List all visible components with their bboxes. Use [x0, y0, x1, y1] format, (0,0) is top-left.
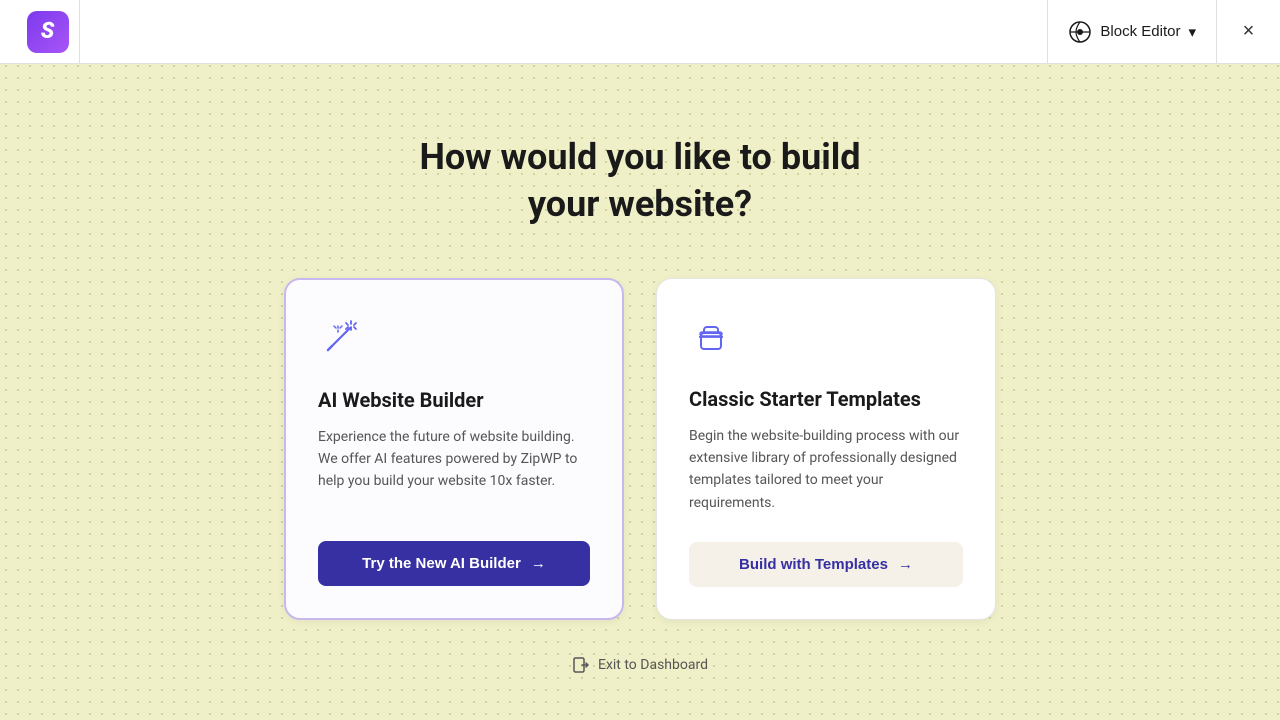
- exit-icon: [572, 656, 590, 674]
- block-editor-label: Block Editor: [1100, 23, 1180, 40]
- ai-card-title: AI Website Builder: [318, 388, 590, 412]
- cards-container: AI Website Builder Experience the future…: [284, 278, 996, 621]
- page-headline: How would you like to build your website…: [419, 134, 860, 228]
- templates-card-description: Begin the website-building process with …: [689, 425, 963, 515]
- ai-card-description: Experience the future of website buildin…: [318, 426, 590, 514]
- close-button[interactable]: ×: [1216, 0, 1280, 63]
- exit-label: Exit to Dashboard: [598, 657, 708, 673]
- header-right: Block Editor ▾ ×: [1047, 0, 1280, 63]
- arrow-right-icon-2: →: [898, 556, 913, 573]
- header: S Block Editor ▾ ×: [0, 0, 1280, 64]
- templates-card-title: Classic Starter Templates: [689, 387, 963, 411]
- ai-builder-card: AI Website Builder Experience the future…: [284, 278, 624, 621]
- headline-line1: How would you like to build: [419, 136, 860, 178]
- try-ai-builder-label: Try the New AI Builder: [362, 555, 521, 572]
- block-editor-button[interactable]: Block Editor ▾: [1047, 0, 1216, 63]
- classic-templates-card: Classic Starter Templates Begin the webs…: [656, 278, 996, 621]
- try-ai-builder-button[interactable]: Try the New AI Builder →: [318, 541, 590, 586]
- close-icon: ×: [1243, 20, 1255, 43]
- build-with-templates-button[interactable]: Build with Templates →: [689, 542, 963, 587]
- template-icon: [689, 315, 963, 363]
- headline-line2: your website?: [528, 183, 752, 225]
- main-content: How would you like to build your website…: [0, 64, 1280, 620]
- logo-area: S: [0, 0, 80, 63]
- logo-icon: S: [27, 11, 69, 53]
- build-with-templates-label: Build with Templates: [739, 556, 888, 573]
- chevron-down-icon: ▾: [1188, 23, 1196, 41]
- wordpress-icon: [1068, 20, 1092, 44]
- ai-wand-icon: [318, 316, 590, 364]
- arrow-right-icon: →: [531, 555, 546, 572]
- exit-dashboard-link[interactable]: Exit to Dashboard: [0, 656, 1280, 674]
